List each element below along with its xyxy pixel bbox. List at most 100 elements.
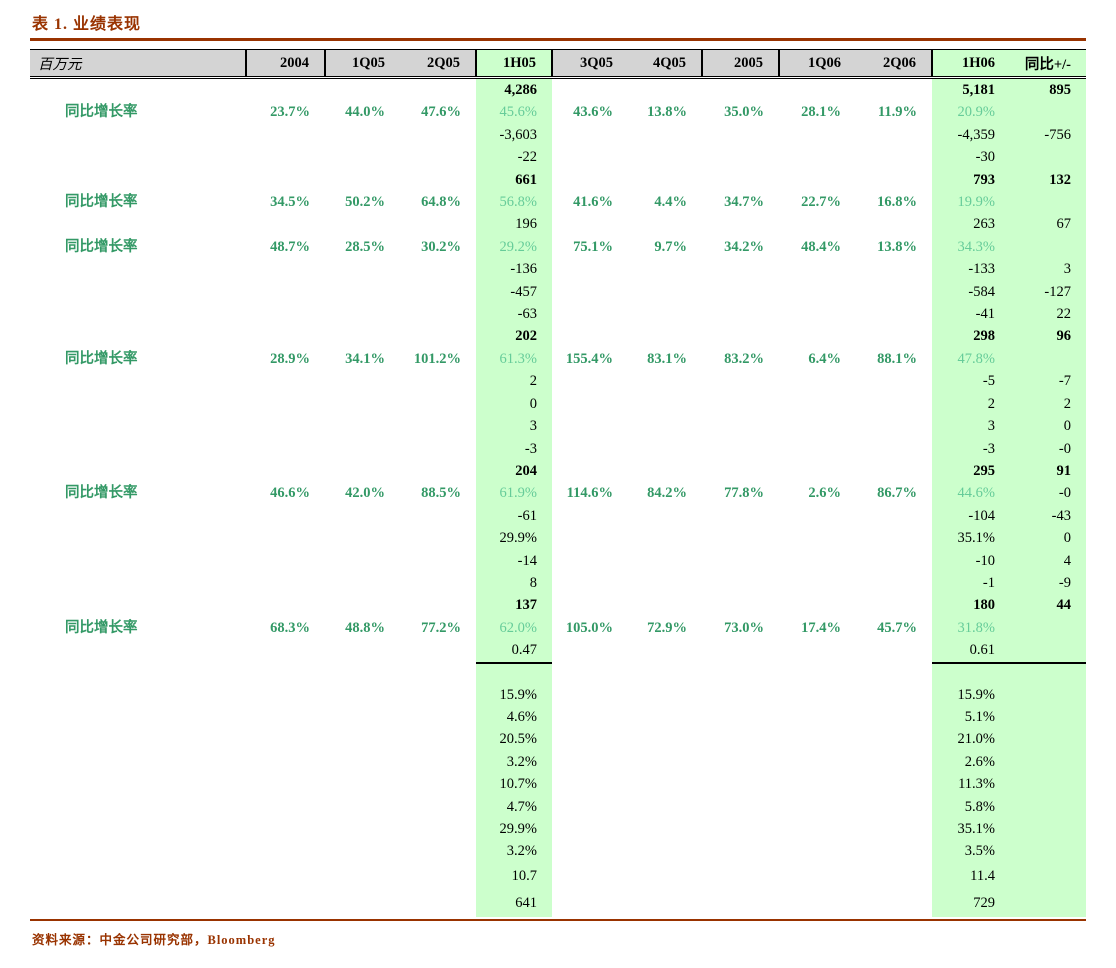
table-row: 同比增长率23.7%44.0%47.6%45.6%43.6%13.8%35.0%… <box>30 101 1086 123</box>
table-cell <box>246 751 325 773</box>
table-cell <box>779 890 856 917</box>
table-cell <box>702 663 779 684</box>
table-cell: 13.8% <box>856 236 932 258</box>
table-cell: 11.9% <box>856 101 932 123</box>
table-cell <box>856 728 932 750</box>
table-cell: 0 <box>476 393 552 415</box>
table-cell <box>552 639 628 662</box>
table-cell <box>400 78 476 102</box>
table-cell: 29.2% <box>476 236 552 258</box>
col-header-yoy-diff: 同比+/- <box>1010 50 1086 78</box>
table-cell <box>1010 796 1086 818</box>
table-cell: 13.8% <box>628 101 702 123</box>
table-cell <box>400 505 476 527</box>
table-cell <box>1010 684 1086 706</box>
table-cell: 8 <box>476 572 552 594</box>
table-cell: 34.2% <box>702 236 779 258</box>
table-cell: 895 <box>1010 78 1086 102</box>
table-cell <box>552 505 628 527</box>
table-cell: 22 <box>1010 303 1086 325</box>
title-rule <box>30 38 1086 41</box>
table-cell: 45.7% <box>856 617 932 639</box>
report-page: 表 1. 业绩表现 百万元 2004 1Q05 2Q05 1H05 3Q05 4… <box>30 10 1086 948</box>
table-body: 4,2865,181895同比增长率23.7%44.0%47.6%45.6%43… <box>30 78 1086 917</box>
table-cell <box>246 863 325 890</box>
table-cell <box>400 527 476 549</box>
table-cell <box>779 505 856 527</box>
table-cell <box>779 325 856 347</box>
table-cell: 20.5% <box>476 728 552 750</box>
table-cell <box>856 840 932 862</box>
table-cell: 61.3% <box>476 348 552 370</box>
row-label <box>30 460 246 482</box>
table-cell: -63 <box>476 303 552 325</box>
table-cell: 35.0% <box>702 101 779 123</box>
table-cell: 4.4% <box>628 191 702 213</box>
table-cell <box>628 751 702 773</box>
table-cell: -10 <box>932 550 1010 572</box>
table-cell <box>779 169 856 191</box>
table-cell <box>628 572 702 594</box>
table-cell <box>779 818 856 840</box>
table-cell <box>325 840 400 862</box>
table-cell: 10.7% <box>476 773 552 795</box>
table-row: 2-5-7 <box>30 370 1086 392</box>
row-label <box>30 505 246 527</box>
table-cell <box>246 146 325 168</box>
table-cell: 20.9% <box>932 101 1010 123</box>
table-row: 10.7%11.3% <box>30 773 1086 795</box>
table-cell <box>856 258 932 280</box>
table-cell <box>628 169 702 191</box>
table-cell: 28.9% <box>246 348 325 370</box>
table-cell: -127 <box>1010 281 1086 303</box>
row-label: 同比增长率 <box>30 236 246 258</box>
table-cell <box>856 78 932 102</box>
table-cell: 67 <box>1010 213 1086 235</box>
table-cell <box>628 796 702 818</box>
table-cell <box>246 728 325 750</box>
table-row: -136-1333 <box>30 258 1086 280</box>
table-cell: -43 <box>1010 505 1086 527</box>
table-row: -14-104 <box>30 550 1086 572</box>
table-row: -22-30 <box>30 146 1086 168</box>
table-cell <box>702 281 779 303</box>
table-cell <box>552 572 628 594</box>
table-cell <box>552 169 628 191</box>
table-cell <box>400 663 476 684</box>
table-cell <box>856 773 932 795</box>
table-row: 0.470.61 <box>30 639 1086 662</box>
table-cell <box>552 773 628 795</box>
table-cell <box>246 370 325 392</box>
table-cell: -4,359 <box>932 124 1010 146</box>
row-label <box>30 550 246 572</box>
table-cell: -584 <box>932 281 1010 303</box>
table-cell: 41.6% <box>552 191 628 213</box>
table-row: 20229896 <box>30 325 1086 347</box>
table-cell: 15.9% <box>476 684 552 706</box>
table-cell <box>856 303 932 325</box>
row-label <box>30 594 246 616</box>
table-cell: 72.9% <box>628 617 702 639</box>
header-row: 百万元 2004 1Q05 2Q05 1H05 3Q05 4Q05 2005 1… <box>30 50 1086 78</box>
table-cell <box>856 572 932 594</box>
table-cell <box>628 415 702 437</box>
table-cell <box>779 281 856 303</box>
table-cell <box>628 460 702 482</box>
table-cell <box>325 594 400 616</box>
table-cell <box>400 890 476 917</box>
table-cell <box>628 303 702 325</box>
table-cell <box>400 438 476 460</box>
row-label <box>30 706 246 728</box>
table-cell <box>779 594 856 616</box>
table-cell: 180 <box>932 594 1010 616</box>
table-cell: 641 <box>476 890 552 917</box>
table-cell <box>702 796 779 818</box>
table-cell <box>856 370 932 392</box>
table-cell <box>856 796 932 818</box>
table-cell <box>702 728 779 750</box>
table-cell <box>325 527 400 549</box>
table-cell <box>246 505 325 527</box>
row-label <box>30 890 246 917</box>
col-header-1h05: 1H05 <box>476 50 552 78</box>
table-cell: -30 <box>932 146 1010 168</box>
